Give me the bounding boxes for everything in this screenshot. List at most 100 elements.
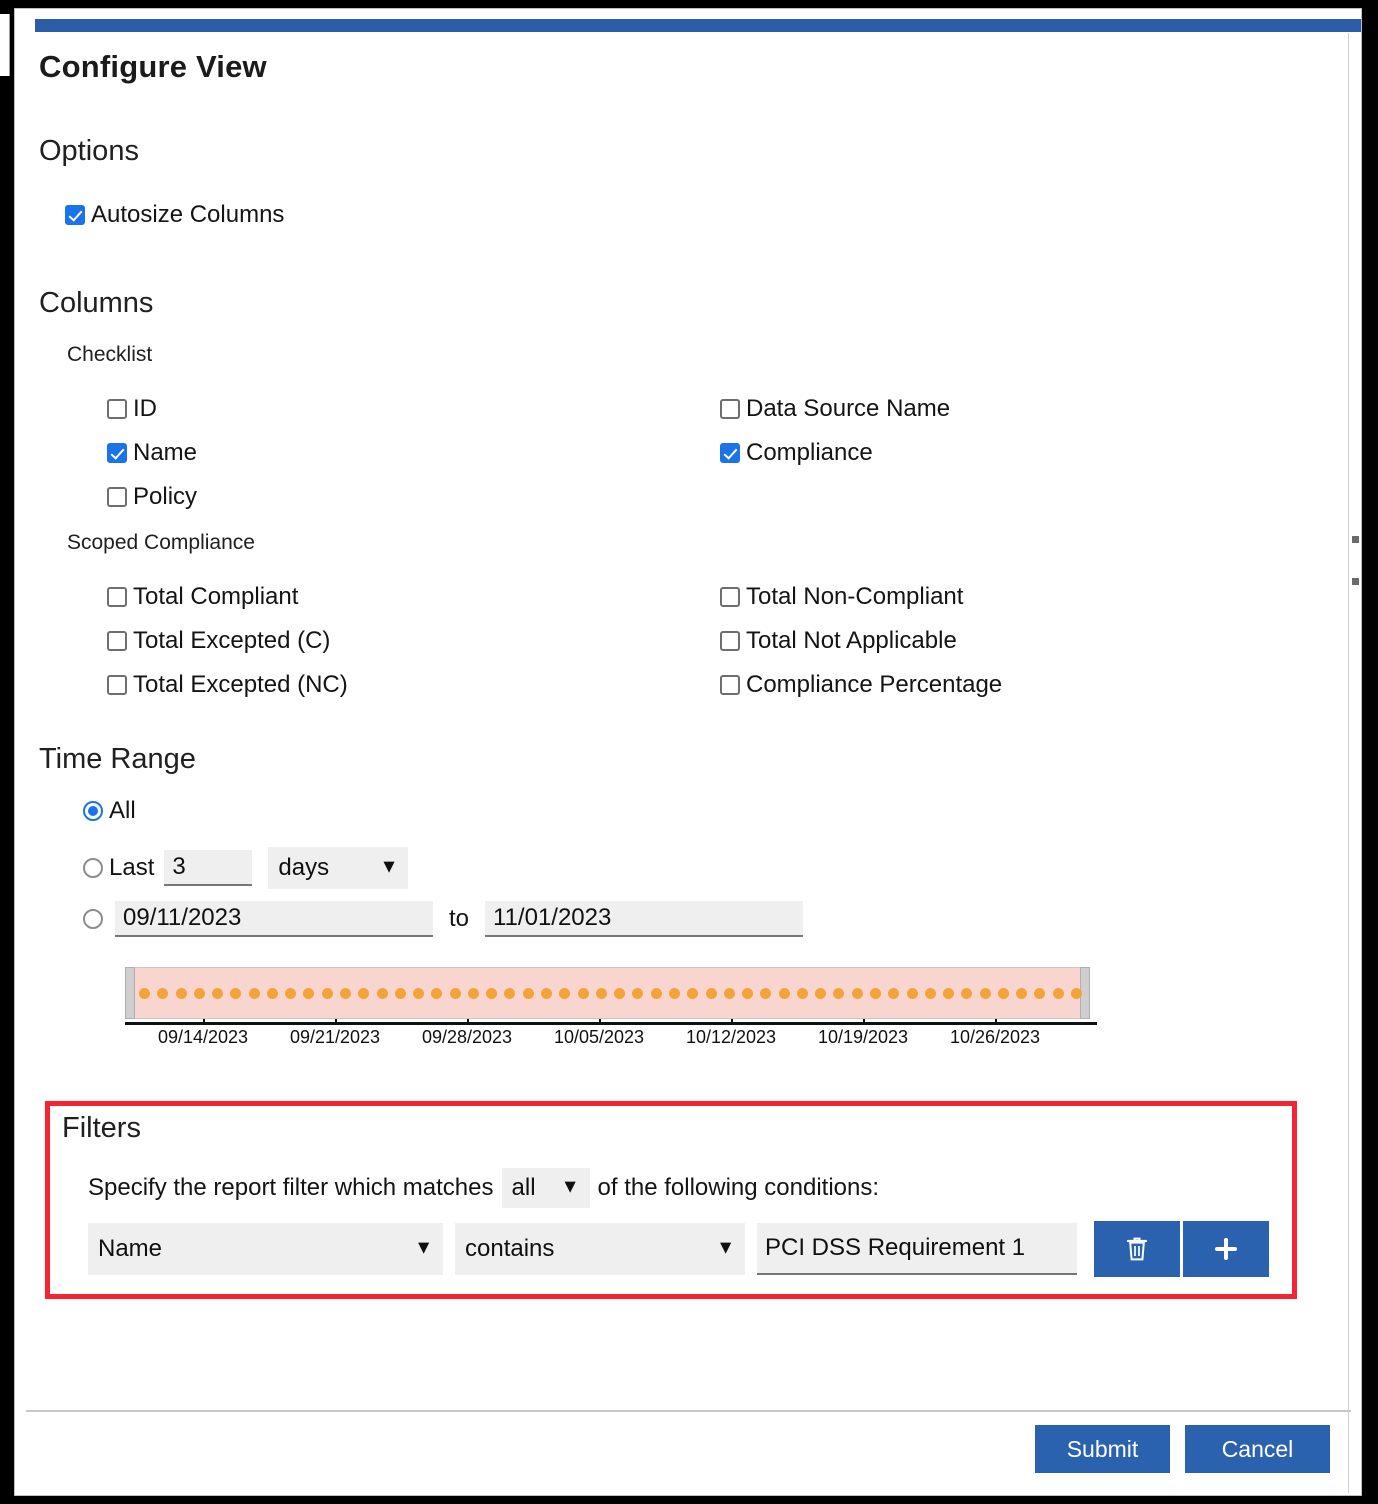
checkbox-label-autosize-columns: Autosize Columns [91,201,285,228]
page-title: Configure View [39,49,267,84]
radio-dot-all[interactable] [83,801,103,821]
timeline-tick-label: 10/19/2023 [817,1027,909,1047]
checkbox-box-total-not-applicable[interactable] [720,631,740,651]
radio-label-last: Last [109,854,155,881]
timeline-tick-label: 09/14/2023 [157,1027,249,1047]
last-count-input[interactable] [164,850,253,886]
timeline-tick [599,1019,601,1025]
timeline-handle-start[interactable] [125,967,135,1019]
checkbox-label-total-excepted-nc: Total Excepted (NC) [133,671,348,698]
filter-field-select[interactable]: Name ▼ [88,1223,443,1275]
timeline-dot [723,988,735,999]
checkbox-box-total-non-compliant[interactable] [720,587,740,607]
timeline-axis [125,1022,1097,1025]
match-mode-select[interactable]: all ▼ [501,1168,590,1208]
timeline-dot [869,988,881,999]
timeline-dot [1071,988,1082,999]
timeline-tick [203,1019,205,1025]
checkbox-policy[interactable]: Policy [107,483,197,511]
submit-button[interactable]: Submit [1035,1425,1170,1473]
checkbox-box-data-source-name[interactable] [720,399,740,419]
checkbox-name[interactable]: Name [107,439,197,467]
radio-time-range-custom[interactable]: to [83,901,804,937]
timeline-dot [979,988,991,999]
timeline-dot [778,988,790,999]
timeline-tick-label: 09/28/2023 [421,1027,513,1047]
cancel-button[interactable]: Cancel [1185,1425,1330,1473]
checkbox-total-compliant[interactable]: Total Compliant [107,583,298,611]
radio-dot-last[interactable] [83,858,103,878]
timeline-dot [175,988,187,999]
checkbox-box-total-excepted-c[interactable] [107,631,127,651]
filter-operator-select[interactable]: contains ▼ [455,1223,745,1275]
configure-view-dialog: Configure View Options Autosize Columns … [14,8,1362,1496]
group-heading-checklist: Checklist [67,343,153,366]
last-unit-value: days [278,854,330,881]
checkbox-total-excepted-c[interactable]: Total Excepted (C) [107,627,330,655]
timeline-dot [1052,988,1064,999]
checkbox-compliance[interactable]: Compliance [720,439,873,467]
checkbox-id[interactable]: ID [107,395,157,423]
checkbox-data-source-name[interactable]: Data Source Name [720,395,950,423]
filter-operator-value: contains [465,1235,555,1262]
checkbox-box-id[interactable] [107,399,127,419]
start-date-input[interactable] [115,901,433,937]
checkbox-autosize-columns[interactable]: Autosize Columns [65,201,284,229]
checkbox-total-excepted-nc[interactable]: Total Excepted (NC) [107,671,348,699]
match-mode-value: all [511,1174,536,1201]
timeline-dot [997,988,1009,999]
timeline-dot [248,988,260,999]
chevron-down-icon: ▼ [560,1176,580,1198]
end-date-input[interactable] [485,901,804,937]
checkbox-box-autosize-columns[interactable] [65,205,85,225]
timeline-tick-label: 10/12/2023 [685,1027,777,1047]
checkbox-box-policy[interactable] [107,487,127,507]
timeline-dot [467,988,479,999]
checkbox-label-data-source-name: Data Source Name [746,395,951,422]
time-range-heading: Time Range [39,743,196,775]
options-heading: Options [39,135,139,167]
checkbox-box-compliance-percentage[interactable] [720,675,740,695]
last-unit-select[interactable]: days ▼ [268,847,409,889]
timeline-dot [522,988,534,999]
timeline-dot [796,988,808,999]
timeline-dot [321,988,333,999]
chevron-down-icon: ▼ [414,1237,433,1259]
checkbox-box-total-compliant[interactable] [107,587,127,607]
timeline-slider[interactable]: 09/14/2023 09/21/2023 09/28/2023 10/05/2023… [125,967,1100,1057]
timeline-dot [650,988,662,999]
screenshot-frame: Configure View Options Autosize Columns … [0,0,1378,1504]
dialog-scrollbar[interactable] [1348,33,1359,1493]
checkbox-box-compliance[interactable] [720,443,740,463]
delete-filter-button[interactable] [1094,1221,1180,1277]
timeline-dot [340,988,352,999]
radio-label-all: All [109,797,136,824]
timeline-dot [742,988,754,999]
timeline-dot [924,988,936,999]
timeline-dot [541,988,553,999]
group-heading-scoped-compliance: Scoped Compliance [67,531,255,554]
checkbox-compliance-percentage[interactable]: Compliance Percentage [720,671,1002,699]
checkbox-label-total-non-compliant: Total Non-Compliant [746,583,964,610]
checkbox-total-non-compliant[interactable]: Total Non-Compliant [720,583,963,611]
checkbox-total-not-applicable[interactable]: Total Not Applicable [720,627,957,655]
checkbox-box-total-excepted-nc[interactable] [107,675,127,695]
radio-time-range-all[interactable]: All [83,797,136,825]
radio-time-range-last[interactable]: Last days ▼ [83,847,409,889]
timeline-dot [595,988,607,999]
timeline-tick [863,1019,865,1025]
radio-dot-custom[interactable] [83,909,103,929]
background-page-sliver [0,14,10,76]
timeline-dot [943,988,955,999]
filter-value-input[interactable] [757,1223,1077,1275]
add-filter-button[interactable] [1183,1221,1269,1277]
chevron-down-icon: ▼ [379,856,399,878]
checkbox-box-name[interactable] [107,443,127,463]
timeline-dot [668,988,680,999]
filter-row: Name ▼ contains ▼ [88,1221,1269,1277]
timeline-tick-label: 10/05/2023 [553,1027,645,1047]
checkbox-label-total-not-applicable: Total Not Applicable [746,627,957,654]
scrollbar-nub-upper [1352,536,1359,543]
plus-icon [1213,1236,1239,1262]
timeline-dot [705,988,717,999]
